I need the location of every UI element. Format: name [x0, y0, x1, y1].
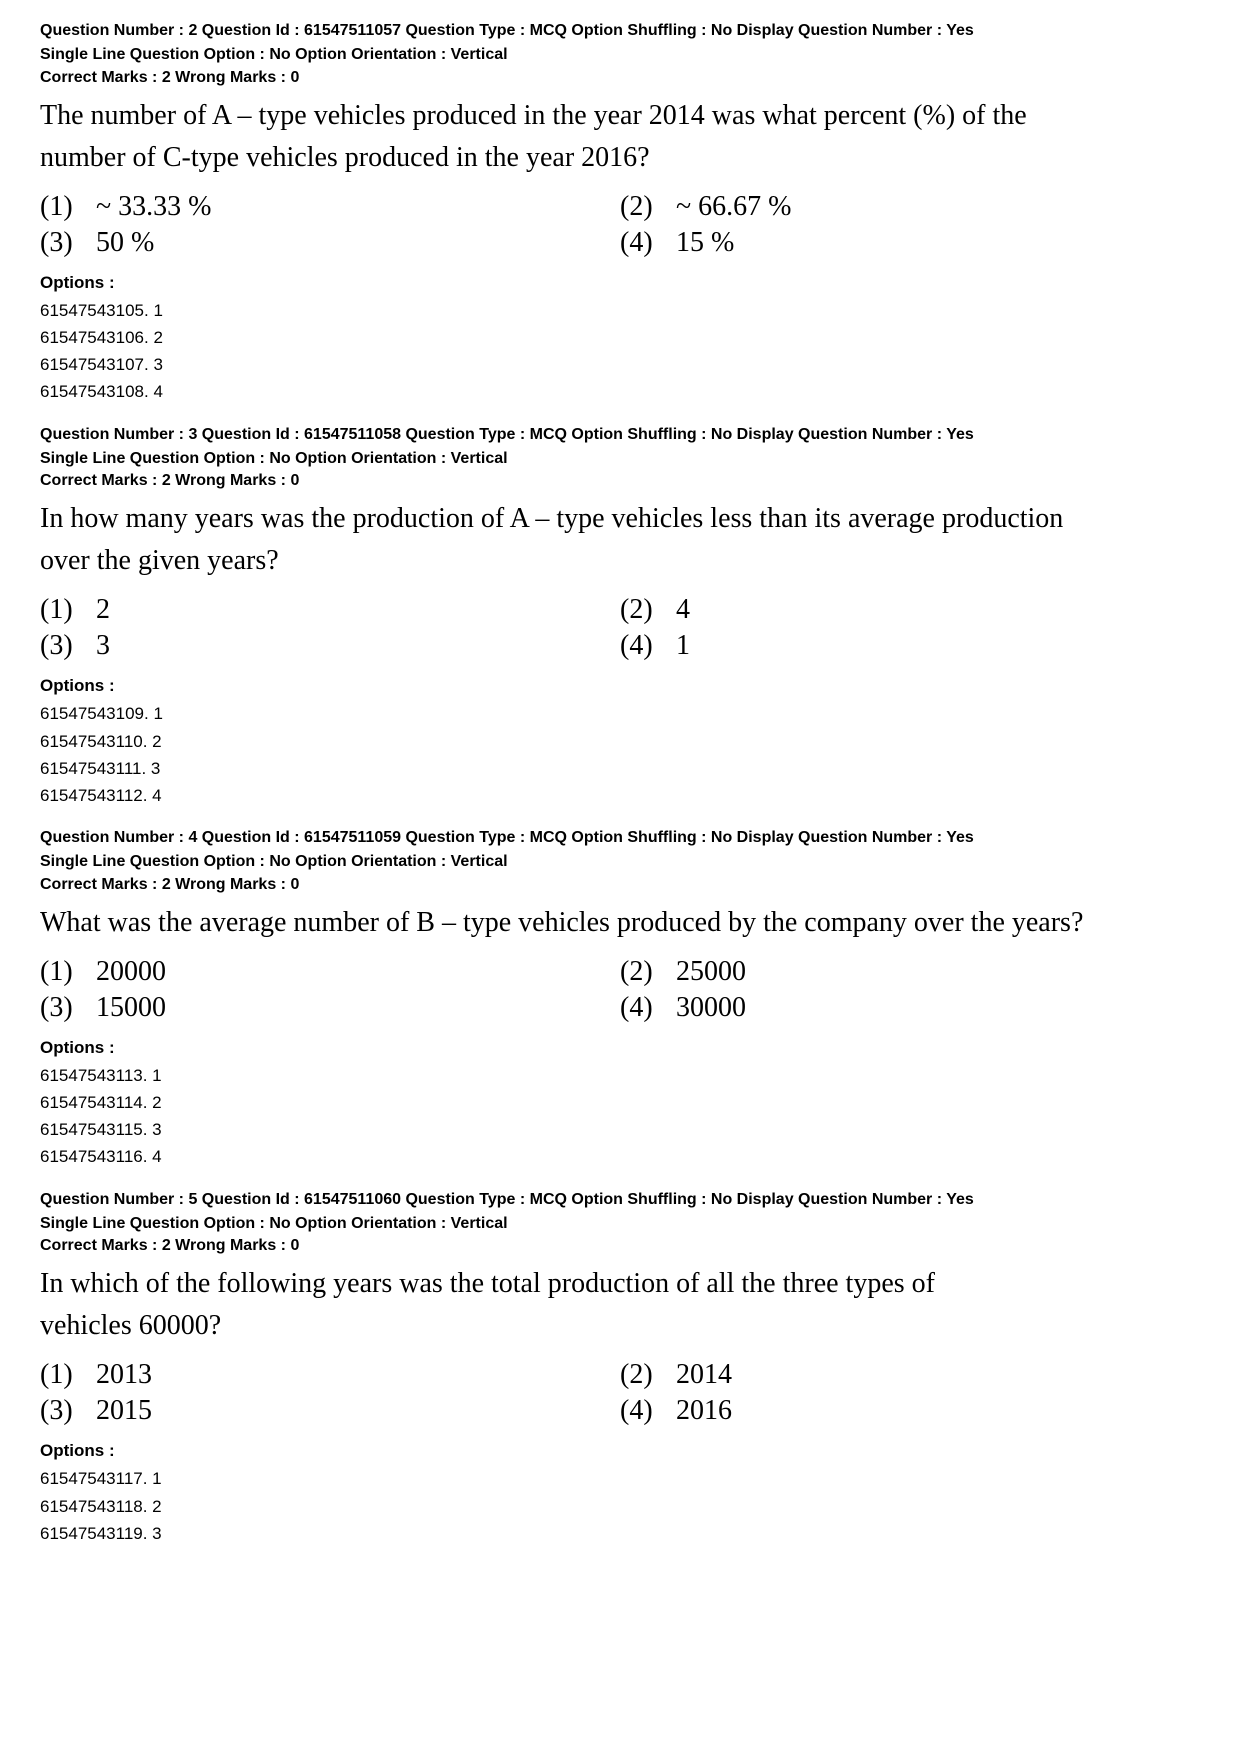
question-4-options-label: Options : — [40, 1038, 1200, 1058]
option-2-4: (4) 15 % — [620, 227, 1200, 259]
option-num: (4) — [620, 630, 660, 662]
question-4-code-3: 61547543115. 3 — [40, 1116, 1200, 1143]
question-3-options: (1) 2 (2) 4 (3) 3 (4) 1 — [40, 594, 1200, 662]
option-val: 2016 — [676, 1395, 732, 1427]
question-2-text: The number of A – type vehicles produced… — [40, 95, 1200, 179]
option-num: (3) — [40, 630, 80, 662]
question-3-marks: Correct Marks : 2 Wrong Marks : 0 — [40, 472, 1200, 490]
option-val: 30000 — [676, 992, 746, 1024]
question-5-text: In which of the following years was the … — [40, 1263, 1200, 1347]
question-5-meta2: Single Line Question Option : No Option … — [40, 1213, 1200, 1235]
option-3-2: (2) 4 — [620, 594, 1200, 626]
option-2-2: (2) ~ 66.67 % — [620, 191, 1200, 223]
option-num: (4) — [620, 227, 660, 259]
question-2-options-label: Options : — [40, 273, 1200, 293]
question-5-meta: Question Number : 5 Question Id : 615475… — [40, 1189, 1200, 1211]
option-num: (2) — [620, 1359, 660, 1391]
option-2-3: (3) 50 % — [40, 227, 620, 259]
option-val: 15000 — [96, 992, 166, 1024]
option-num: (3) — [40, 1395, 80, 1427]
question-2-block: Question Number : 2 Question Id : 615475… — [40, 20, 1200, 406]
question-3-text: In how many years was the production of … — [40, 498, 1200, 582]
question-3-block: Question Number : 3 Question Id : 615475… — [40, 424, 1200, 810]
option-num: (4) — [620, 992, 660, 1024]
option-val: 2015 — [96, 1395, 152, 1427]
question-5-code-3: 61547543119. 3 — [40, 1520, 1200, 1547]
question-4-code-2: 61547543114. 2 — [40, 1089, 1200, 1116]
question-5-options-label: Options : — [40, 1441, 1200, 1461]
question-3-code-1: 61547543109. 1 — [40, 700, 1200, 727]
option-val: 20000 — [96, 956, 166, 988]
question-4-marks: Correct Marks : 2 Wrong Marks : 0 — [40, 876, 1200, 894]
option-4-4: (4) 30000 — [620, 992, 1200, 1024]
question-5-code-2: 61547543118. 2 — [40, 1493, 1200, 1520]
question-2-meta: Question Number : 2 Question Id : 615475… — [40, 20, 1200, 42]
option-num: (3) — [40, 227, 80, 259]
option-num: (2) — [620, 191, 660, 223]
option-5-2: (2) 2014 — [620, 1359, 1200, 1391]
question-3-meta: Question Number : 3 Question Id : 615475… — [40, 424, 1200, 446]
question-4-code-4: 61547543116. 4 — [40, 1143, 1200, 1170]
option-val: 1 — [676, 630, 690, 662]
question-2-code-2: 61547543106. 2 — [40, 324, 1200, 351]
option-num: (1) — [40, 956, 80, 988]
question-5-options: (1) 2013 (2) 2014 (3) 2015 (4) 2016 — [40, 1359, 1200, 1427]
option-val: 2013 — [96, 1359, 152, 1391]
option-num: (1) — [40, 191, 80, 223]
option-val: ~ 66.67 % — [676, 191, 791, 223]
question-2-code-3: 61547543107. 3 — [40, 351, 1200, 378]
option-val: ~ 33.33 % — [96, 191, 211, 223]
option-num: (2) — [620, 594, 660, 626]
question-2-marks: Correct Marks : 2 Wrong Marks : 0 — [40, 69, 1200, 87]
question-3-code-2: 61547543110. 2 — [40, 728, 1200, 755]
option-3-3: (3) 3 — [40, 630, 620, 662]
option-num: (1) — [40, 594, 80, 626]
question-3-meta2: Single Line Question Option : No Option … — [40, 448, 1200, 470]
question-2-meta2: Single Line Question Option : No Option … — [40, 44, 1200, 66]
question-3-code-4: 61547543112. 4 — [40, 782, 1200, 809]
option-val: 50 % — [96, 227, 154, 259]
question-2-code-4: 61547543108. 4 — [40, 378, 1200, 405]
option-val: 2 — [96, 594, 110, 626]
question-4-options: (1) 20000 (2) 25000 (3) 15000 (4) 30000 — [40, 956, 1200, 1024]
option-4-3: (3) 15000 — [40, 992, 620, 1024]
question-5-block: Question Number : 5 Question Id : 615475… — [40, 1189, 1200, 1547]
question-4-block: Question Number : 4 Question Id : 615475… — [40, 827, 1200, 1171]
option-num: (4) — [620, 1395, 660, 1427]
option-val: 25000 — [676, 956, 746, 988]
question-3-code-3: 61547543111. 3 — [40, 755, 1200, 782]
question-5-code-1: 61547543117. 1 — [40, 1465, 1200, 1492]
option-5-1: (1) 2013 — [40, 1359, 620, 1391]
option-val: 15 % — [676, 227, 734, 259]
option-3-1: (1) 2 — [40, 594, 620, 626]
option-4-2: (2) 25000 — [620, 956, 1200, 988]
question-4-meta: Question Number : 4 Question Id : 615475… — [40, 827, 1200, 849]
option-3-4: (4) 1 — [620, 630, 1200, 662]
option-2-1: (1) ~ 33.33 % — [40, 191, 620, 223]
option-4-1: (1) 20000 — [40, 956, 620, 988]
option-val: 3 — [96, 630, 110, 662]
question-3-options-label: Options : — [40, 676, 1200, 696]
option-num: (1) — [40, 1359, 80, 1391]
option-val: 2014 — [676, 1359, 732, 1391]
question-2-options: (1) ~ 33.33 % (2) ~ 66.67 % (3) 50 % (4)… — [40, 191, 1200, 259]
option-num: (3) — [40, 992, 80, 1024]
question-4-code-1: 61547543113. 1 — [40, 1062, 1200, 1089]
question-4-text: What was the average number of B – type … — [40, 902, 1200, 944]
option-5-4: (4) 2016 — [620, 1395, 1200, 1427]
option-num: (2) — [620, 956, 660, 988]
question-5-marks: Correct Marks : 2 Wrong Marks : 0 — [40, 1237, 1200, 1255]
question-2-code-1: 61547543105. 1 — [40, 297, 1200, 324]
question-4-meta2: Single Line Question Option : No Option … — [40, 851, 1200, 873]
option-val: 4 — [676, 594, 690, 626]
option-5-3: (3) 2015 — [40, 1395, 620, 1427]
